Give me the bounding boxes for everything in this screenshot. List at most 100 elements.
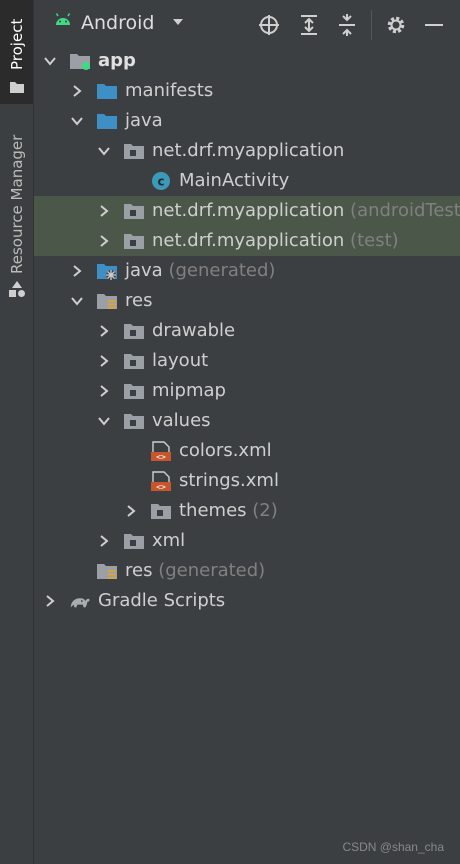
- resource-manager-tab-label: Resource Manager: [8, 134, 26, 274]
- tree-row[interactable]: java (generated): [34, 256, 460, 286]
- tree-row[interactable]: themes (2): [34, 496, 460, 526]
- folder-icon: [97, 114, 117, 129]
- tree-row[interactable]: mipmap: [34, 376, 460, 406]
- tree-row[interactable]: net.drf.myapplication: [34, 136, 460, 166]
- chevron-right-icon[interactable]: [96, 383, 112, 399]
- android-icon: [55, 13, 71, 25]
- tree-row[interactable]: xml: [34, 526, 460, 556]
- tree-item-label: strings.xml: [179, 470, 279, 491]
- svg-text:<>: <>: [156, 483, 166, 492]
- chevron-right-icon[interactable]: [123, 503, 139, 519]
- chevron-down-icon[interactable]: [96, 143, 112, 159]
- tree-item-label: colors.xml: [179, 440, 272, 461]
- tree-item-name: res: [125, 560, 153, 581]
- svg-text:<>: <>: [156, 453, 166, 462]
- generated-folder-icon: [97, 264, 117, 280]
- tree-row[interactable]: net.drf.myapplication (androidTest): [34, 196, 460, 226]
- tree-item-name: net.drf.myapplication: [152, 230, 345, 251]
- chevron-right-icon[interactable]: [42, 593, 58, 609]
- tree-item-name: app: [98, 50, 136, 71]
- package-icon: [124, 384, 144, 399]
- expand-all-icon[interactable]: [297, 13, 321, 37]
- chevron-right-icon[interactable]: [96, 533, 112, 549]
- tree-item-name: MainActivity: [179, 170, 290, 191]
- tree-row[interactable]: layout: [34, 346, 460, 376]
- package-icon: [124, 324, 144, 339]
- tree-row[interactable]: <> strings.xml: [34, 466, 460, 496]
- tree-row[interactable]: <> colors.xml: [34, 436, 460, 466]
- package-icon: [124, 234, 144, 249]
- res-folder-icon: [97, 294, 117, 309]
- tree-item-label: net.drf.myapplication: [152, 140, 344, 161]
- tree-item-name: strings.xml: [179, 470, 279, 491]
- tree-row[interactable]: values: [34, 406, 460, 436]
- tree-item-suffix: (androidTest): [344, 200, 460, 221]
- tree-item-label: net.drf.myapplication (androidTest): [152, 200, 460, 221]
- tree-item-label: res (generated): [125, 560, 265, 581]
- tree-row[interactable]: res: [34, 286, 460, 316]
- minimize-icon[interactable]: [422, 13, 446, 37]
- tree-item-label: themes (2): [179, 500, 278, 521]
- tree-item-name: xml: [152, 530, 186, 551]
- tree-item-suffix: (2): [246, 500, 278, 521]
- package-icon: [124, 534, 144, 549]
- left-tool-strip: Project Resource Manager: [0, 0, 34, 864]
- view-mode-selector[interactable]: Android: [81, 12, 154, 34]
- tree-row[interactable]: c MainActivity: [34, 166, 460, 196]
- package-icon: [124, 204, 144, 219]
- tree-row[interactable]: Gradle Scripts: [34, 586, 460, 616]
- chevron-down-icon[interactable]: [42, 53, 58, 69]
- tree-row[interactable]: net.drf.myapplication (test): [34, 226, 460, 256]
- svg-text:c: c: [157, 175, 164, 189]
- package-icon: [124, 354, 144, 369]
- tree-item-name: net.drf.myapplication: [152, 140, 345, 161]
- tree-item-name: net.drf.myapplication: [152, 200, 345, 221]
- tree-row[interactable]: app: [34, 46, 460, 76]
- chevron-right-icon[interactable]: [96, 233, 112, 249]
- folder-icon: [10, 82, 24, 93]
- dropdown-icon[interactable]: [170, 14, 186, 30]
- chevron-right-icon[interactable]: [96, 203, 112, 219]
- package-icon: [124, 414, 144, 429]
- tree-item-label: net.drf.myapplication (test): [152, 230, 399, 251]
- tree-item-name: drawable: [152, 320, 236, 341]
- collapse-all-icon[interactable]: [335, 13, 359, 37]
- chevron-down-icon[interactable]: [69, 293, 85, 309]
- tree-item-label: values: [152, 410, 211, 431]
- chevron-right-icon[interactable]: [96, 353, 112, 369]
- resource-manager-side-tab[interactable]: Resource Manager: [0, 120, 33, 310]
- tree-item-label: Gradle Scripts: [98, 590, 225, 611]
- tree-item-label: mipmap: [152, 380, 226, 401]
- tree-row[interactable]: drawable: [34, 316, 460, 346]
- gear-icon[interactable]: [384, 13, 408, 37]
- project-side-tab[interactable]: Project: [0, 0, 33, 104]
- tree-row[interactable]: java: [34, 106, 460, 136]
- package-icon: [124, 144, 144, 159]
- tree-item-name: Gradle Scripts: [98, 590, 226, 611]
- toolbar-separator: [371, 10, 372, 40]
- tree-row[interactable]: manifests: [34, 76, 460, 106]
- xml-file-icon: <>: [151, 471, 171, 492]
- watermark: CSDN @shan_cha: [342, 840, 444, 854]
- class-icon: c: [152, 172, 170, 190]
- chevron-down-icon[interactable]: [69, 113, 85, 129]
- chevron-down-icon[interactable]: [96, 413, 112, 429]
- tree-item-label: manifests: [125, 80, 213, 101]
- chevron-right-icon[interactable]: [69, 83, 85, 99]
- tree-item-label: layout: [152, 350, 208, 371]
- tree-item-name: colors.xml: [179, 440, 272, 461]
- tree-item-label: app: [98, 50, 136, 71]
- res-folder-icon: [97, 564, 117, 579]
- tree-item-label: java (generated): [125, 260, 275, 281]
- tree-item-name: values: [152, 410, 211, 431]
- tree-row[interactable]: res (generated): [34, 556, 460, 586]
- tree-item-suffix: (generated): [152, 560, 266, 581]
- tree-item-label: java: [125, 110, 163, 131]
- gradle-icon: [70, 598, 90, 608]
- locate-icon[interactable]: [257, 13, 281, 37]
- tree-item-label: xml: [152, 530, 185, 551]
- chevron-right-icon[interactable]: [69, 263, 85, 279]
- chevron-right-icon[interactable]: [96, 323, 112, 339]
- tree-item-label: MainActivity: [179, 170, 289, 191]
- resources-icon: [9, 281, 25, 297]
